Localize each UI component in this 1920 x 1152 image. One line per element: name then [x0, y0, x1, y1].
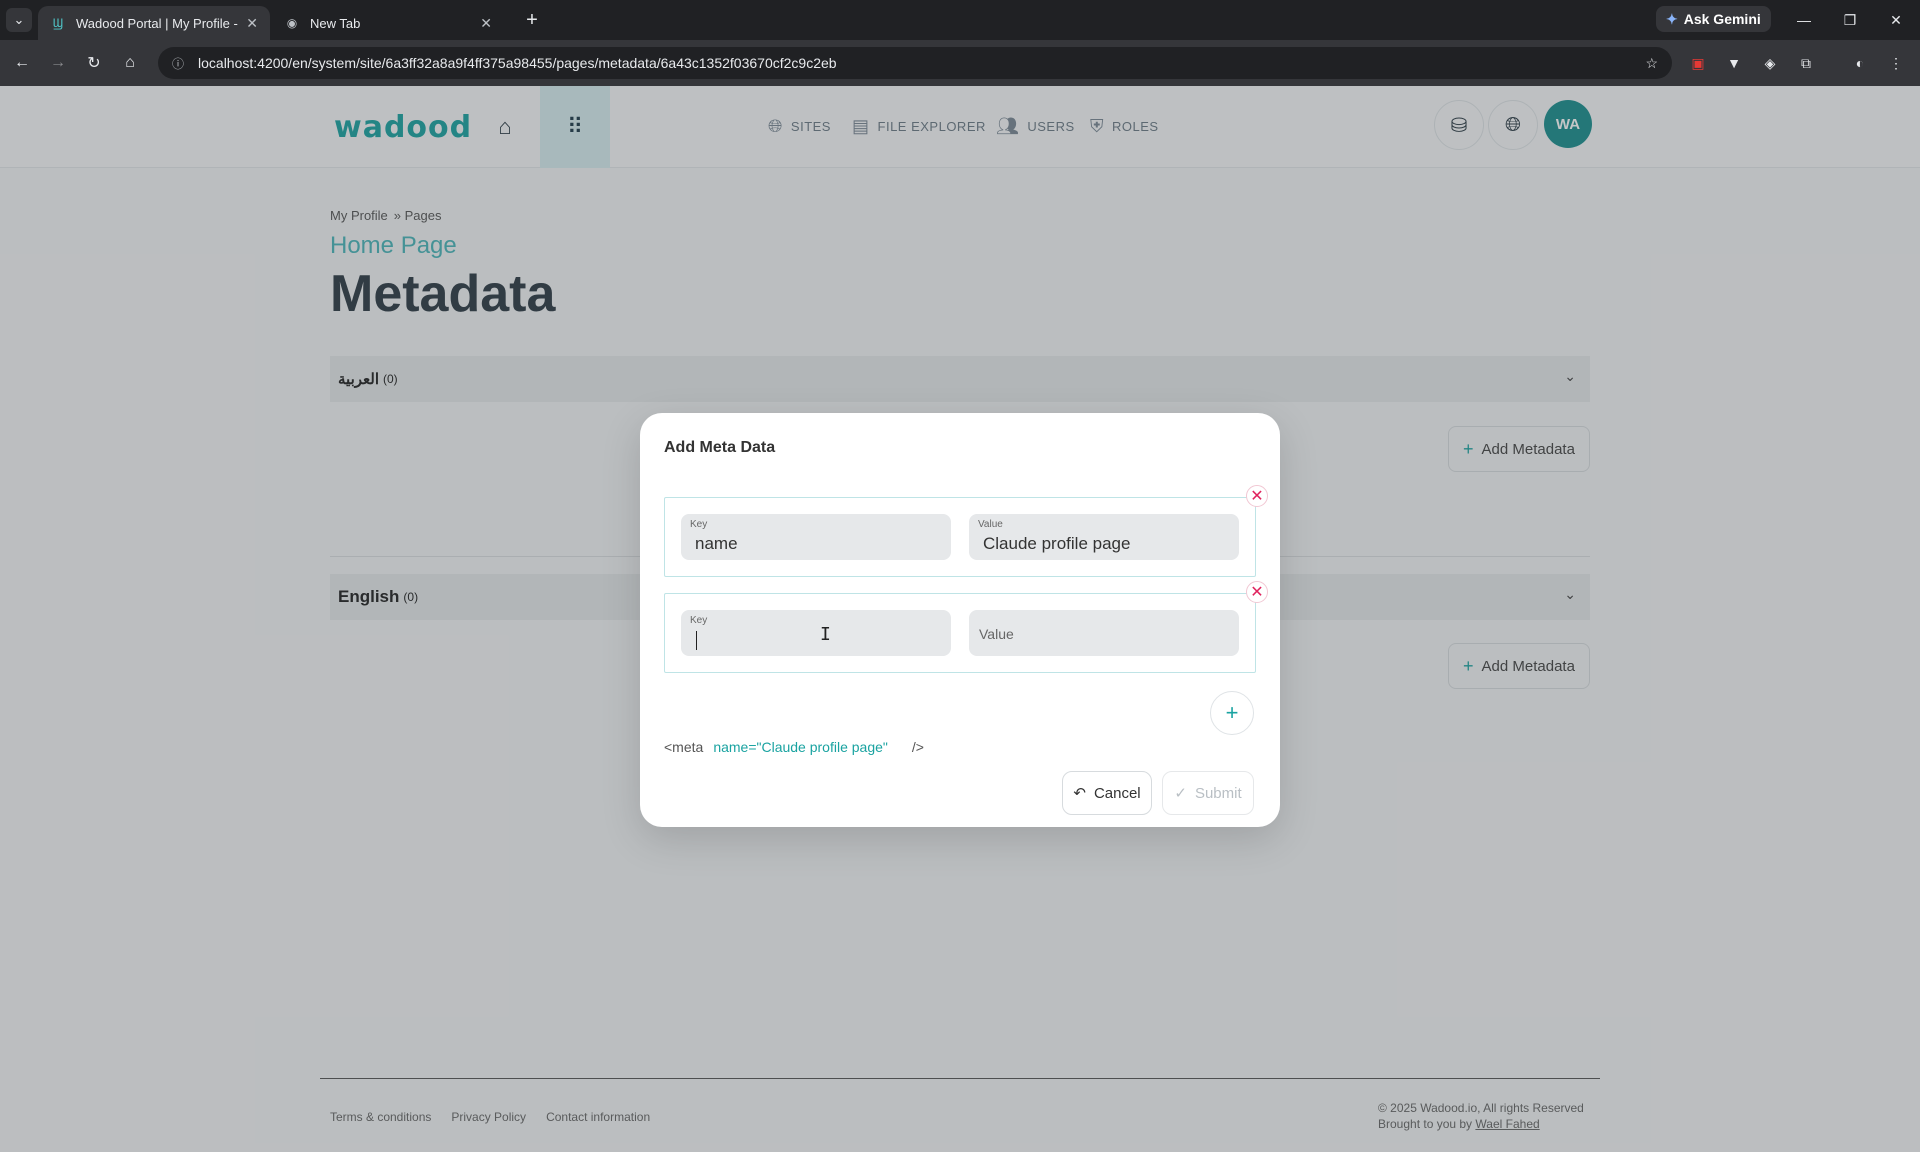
wadood-favicon-icon: Ϣ — [52, 16, 64, 30]
chrome-favicon-icon: ◉ — [286, 16, 298, 30]
submit-button[interactable]: ✓ Submit — [1162, 771, 1254, 815]
remove-row-close-icon[interactable]: ✕ — [1246, 581, 1268, 603]
preview-attribute: name="Claude profile page" — [713, 739, 888, 755]
reload-icon[interactable]: ↻ — [82, 51, 106, 75]
add-metadata-dialog: Add Meta Data Key name Value Claude prof… — [640, 413, 1280, 827]
check-icon: ✓ — [1174, 785, 1187, 802]
cancel-button[interactable]: ↶ Cancel — [1062, 771, 1152, 815]
gemini-label: Ask Gemini — [1683, 11, 1761, 27]
preview-close-tag: /> — [911, 739, 924, 755]
browser-tab-bar: ⌄ Ϣ Wadood Portal | My Profile - M ✕ ◉ N… — [0, 0, 1920, 40]
back-arrow-icon[interactable]: ← — [10, 51, 34, 75]
new-tab-plus-icon[interactable]: + — [520, 8, 544, 32]
close-tab-icon[interactable]: ✕ — [246, 15, 258, 32]
dialog-title: Add Meta Data — [664, 439, 776, 456]
submit-label: Submit — [1194, 784, 1242, 802]
field-value: name — [695, 534, 738, 553]
metadata-row: Key Value — [664, 593, 1256, 673]
add-row-plus-button[interactable]: + — [1210, 691, 1254, 735]
preview-open-tag: <meta — [664, 739, 704, 755]
ask-gemini-button[interactable]: ✦ Ask Gemini — [1656, 6, 1771, 32]
tab-search-icon[interactable]: ⌄ — [6, 8, 32, 32]
bookmark-star-icon[interactable]: ☆ — [1645, 55, 1658, 72]
browser-menu-icon[interactable]: ⋮ — [1884, 51, 1908, 75]
extension-red-icon[interactable]: ▣ — [1686, 51, 1710, 75]
remove-row-close-icon[interactable]: ✕ — [1246, 485, 1268, 507]
tab-title: Wadood Portal | My Profile - M — [76, 15, 241, 31]
meta-tag-preview: <meta name="Claude profile page" /> — [664, 739, 924, 755]
gemini-sparkle-icon: ✦ — [1666, 10, 1678, 27]
tab-title: New Tab — [310, 15, 361, 31]
metadata-row: Key name Value Claude profile page — [664, 497, 1256, 577]
profile-icon[interactable]: ◐ — [1848, 51, 1872, 75]
field-label: Key — [690, 519, 708, 530]
site-info-icon[interactable]: ⓘ — [172, 55, 184, 72]
value-field[interactable]: Value — [969, 610, 1239, 656]
key-field[interactable]: Key name — [681, 514, 951, 560]
browser-address-bar: ← → ↻ ⌂ ⓘ localhost:4200/en/system/site/… — [0, 40, 1920, 86]
browser-home-icon[interactable]: ⌂ — [118, 51, 142, 75]
field-value: Claude profile page — [983, 534, 1131, 553]
restore-icon[interactable]: ❐ — [1830, 8, 1870, 32]
cancel-label: Cancel — [1093, 784, 1141, 802]
text-caret — [696, 631, 697, 650]
url-text: localhost:4200/en/system/site/6a3ff32a8a… — [198, 55, 837, 71]
close-tab-icon[interactable]: ✕ — [480, 15, 492, 32]
key-field[interactable]: Key — [681, 610, 951, 656]
field-placeholder: Value — [979, 626, 1014, 642]
browser-tab-new[interactable]: ◉ New Tab ✕ — [272, 6, 504, 40]
forward-arrow-icon[interactable]: → — [46, 51, 70, 75]
url-input[interactable]: ⓘ localhost:4200/en/system/site/6a3ff32a… — [158, 47, 1672, 79]
close-window-icon[interactable]: ✕ — [1876, 8, 1916, 32]
minimize-icon[interactable]: — — [1784, 8, 1824, 32]
extension-v-icon[interactable]: ▼ — [1722, 51, 1746, 75]
extensions-puzzle-icon[interactable]: ⧉ — [1794, 51, 1818, 75]
value-field[interactable]: Value Claude profile page — [969, 514, 1239, 560]
field-label: Key — [690, 615, 708, 626]
extension-tag-icon[interactable]: ◈ — [1758, 51, 1782, 75]
browser-tab-wadood[interactable]: Ϣ Wadood Portal | My Profile - M ✕ — [38, 6, 270, 40]
undo-icon: ↶ — [1073, 785, 1086, 802]
field-label: Value — [978, 519, 1003, 530]
text-cursor-icon: I — [820, 624, 831, 645]
